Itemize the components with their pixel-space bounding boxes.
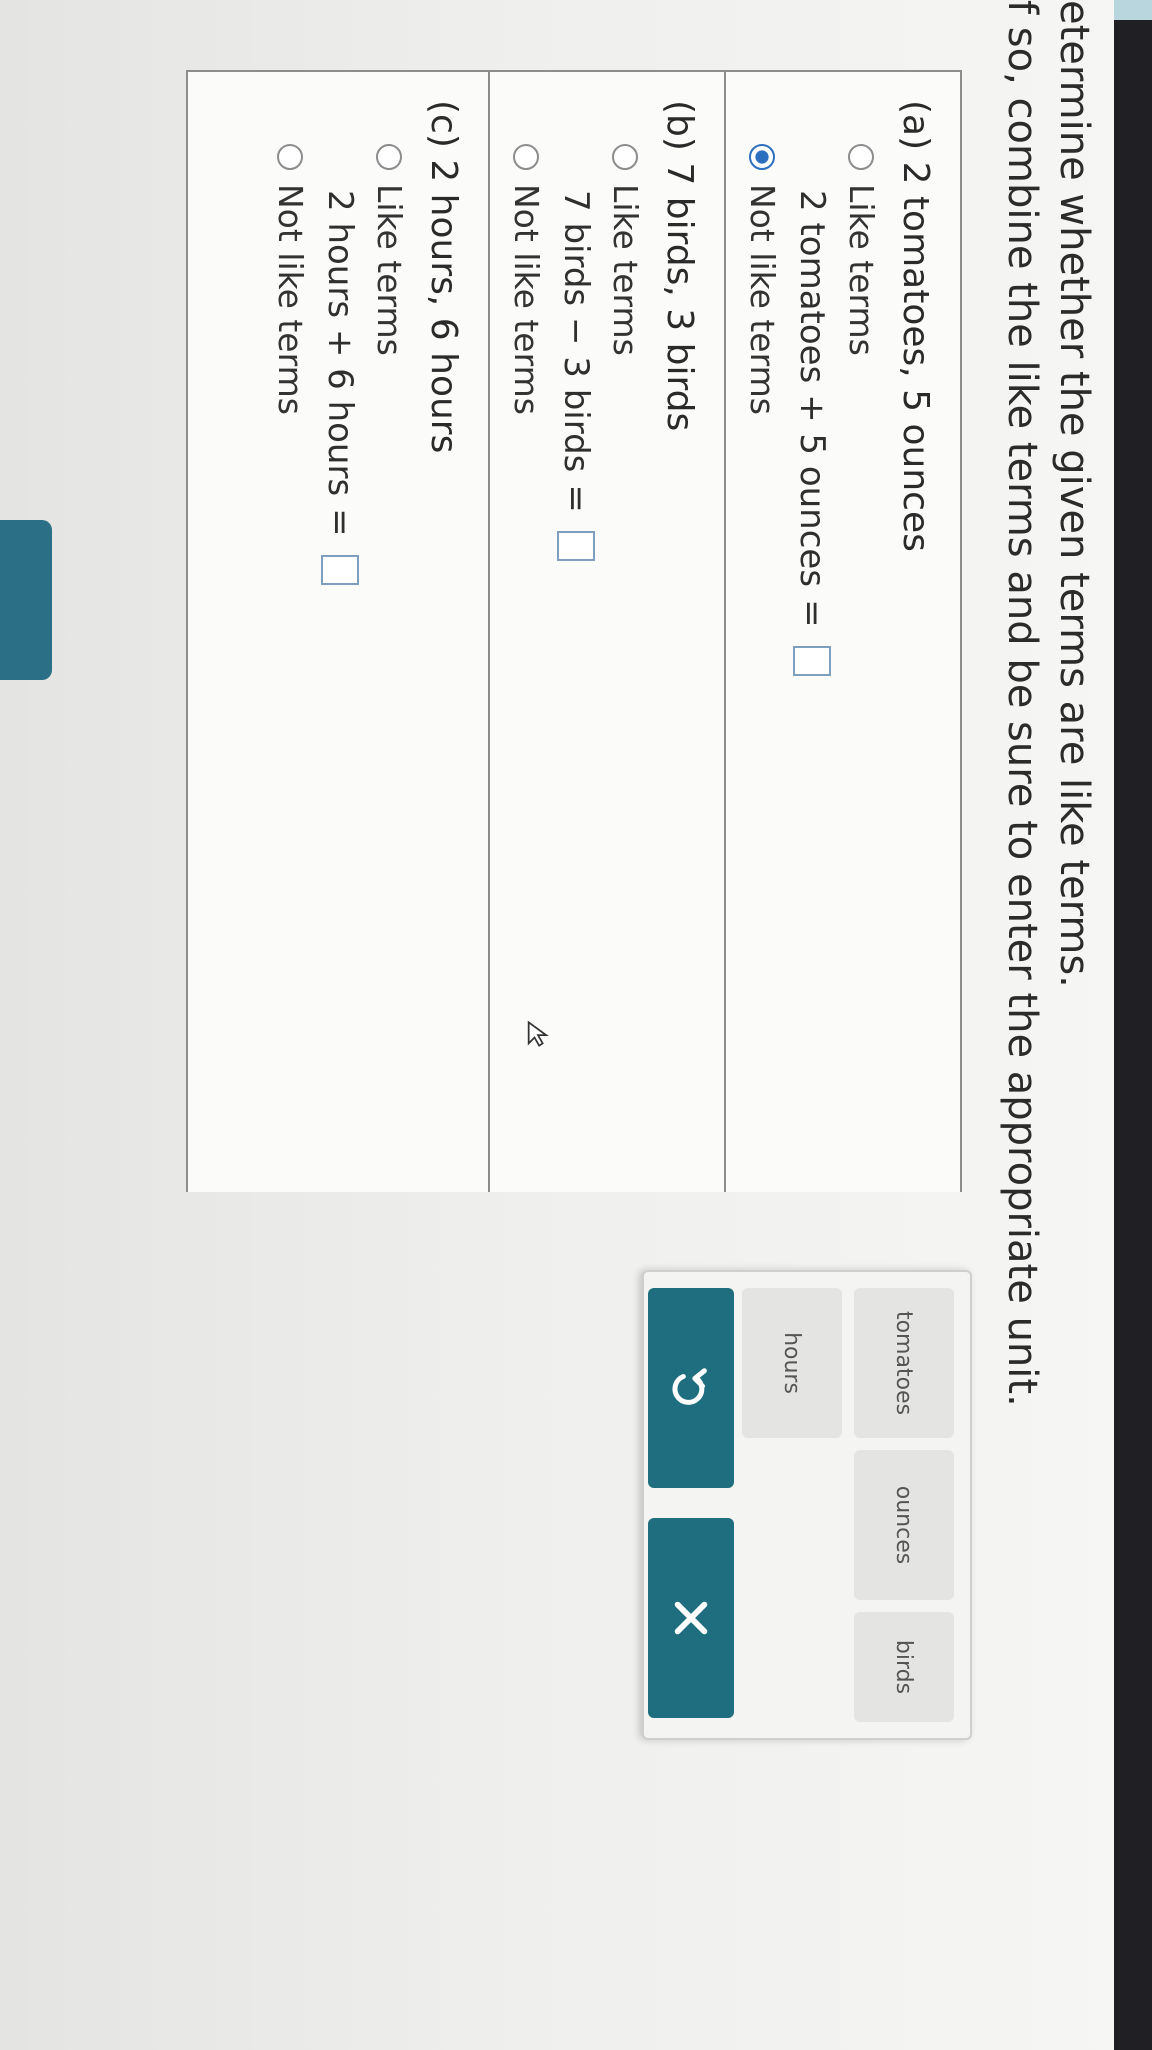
- equals-sign: =: [792, 599, 832, 628]
- answer-input[interactable]: [793, 645, 831, 676]
- top-bar-tab[interactable]: [1114, 0, 1152, 20]
- equation: 7 birds − 3 birds =: [556, 190, 596, 1192]
- question-c: (c) 2 hours, 6 hours Like terms 2 hours …: [188, 72, 488, 1192]
- unit-buttons: tomatoes ounces birds hours: [742, 1288, 954, 1722]
- radio-not-like-terms[interactable]: [749, 144, 776, 170]
- instructions: etermine whether the given terms are lik…: [996, 0, 1100, 1407]
- unit-button-ounces[interactable]: ounces: [854, 1450, 954, 1600]
- option-label: Not like terms: [743, 184, 782, 415]
- clear-button[interactable]: [648, 1518, 734, 1718]
- equation: 2 tomatoes + 5 ounces =: [792, 190, 832, 1192]
- page: etermine whether the given terms are lik…: [0, 0, 1152, 2050]
- option-label: Like terms: [842, 184, 881, 356]
- equation: 2 hours + 6 hours =: [320, 190, 360, 1192]
- equation-left: 2 hours + 6 hours: [320, 190, 360, 497]
- option-label: Like terms: [370, 184, 409, 356]
- equals-sign: =: [556, 484, 596, 513]
- option-label: Not like terms: [271, 184, 310, 415]
- equals-sign: =: [320, 508, 360, 537]
- option-label: Not like terms: [507, 184, 546, 415]
- instructions-line-2: f so, combine the like terms and be sure…: [999, 0, 1045, 1407]
- radio-like-terms[interactable]: [376, 144, 403, 170]
- question-title: (c) 2 hours, 6 hours: [423, 100, 464, 454]
- unit-button-tomatoes[interactable]: tomatoes: [854, 1288, 954, 1438]
- question-table: (a) 2 tomatoes, 5 ounces Like terms 2 to…: [186, 70, 962, 1192]
- unit-button-birds[interactable]: birds: [854, 1612, 954, 1722]
- clear-icon: [674, 1601, 708, 1635]
- unit-keypad: tomatoes ounces birds hours: [642, 1270, 972, 1740]
- answer-input[interactable]: [557, 530, 595, 561]
- keypad-actions: [648, 1288, 734, 1718]
- option-label: Like terms: [606, 184, 645, 356]
- instructions-line-1: etermine whether the given terms are lik…: [1051, 0, 1097, 988]
- undo-button[interactable]: [648, 1288, 734, 1488]
- option-like-terms[interactable]: Like terms: [370, 144, 409, 1192]
- mouse-pointer-icon: [527, 1020, 549, 1047]
- equation-left: 2 tomatoes + 5 ounces: [792, 190, 832, 588]
- question-title: (b) 7 birds, 3 birds: [659, 100, 700, 432]
- sidebar-tab[interactable]: [0, 520, 52, 680]
- question-title: (a) 2 tomatoes, 5 ounces: [895, 100, 936, 552]
- option-not-like-terms[interactable]: Not like terms: [271, 144, 310, 1192]
- radio-not-like-terms[interactable]: [277, 144, 304, 170]
- radio-not-like-terms[interactable]: [513, 144, 540, 170]
- unit-button-empty: [742, 1450, 842, 1600]
- option-like-terms[interactable]: Like terms: [606, 144, 645, 1192]
- unit-button-empty: [742, 1612, 842, 1722]
- radio-like-terms[interactable]: [848, 144, 875, 170]
- radio-like-terms[interactable]: [612, 144, 639, 170]
- question-a: (a) 2 tomatoes, 5 ounces Like terms 2 to…: [724, 72, 960, 1192]
- option-like-terms[interactable]: Like terms: [842, 144, 881, 1192]
- option-not-like-terms[interactable]: Not like terms: [743, 144, 782, 1192]
- unit-button-hours[interactable]: hours: [742, 1288, 842, 1438]
- equation-left: 7 birds − 3 birds: [556, 190, 596, 473]
- undo-icon: [672, 1368, 707, 1405]
- top-bar: [1114, 0, 1152, 2050]
- answer-input[interactable]: [321, 554, 359, 585]
